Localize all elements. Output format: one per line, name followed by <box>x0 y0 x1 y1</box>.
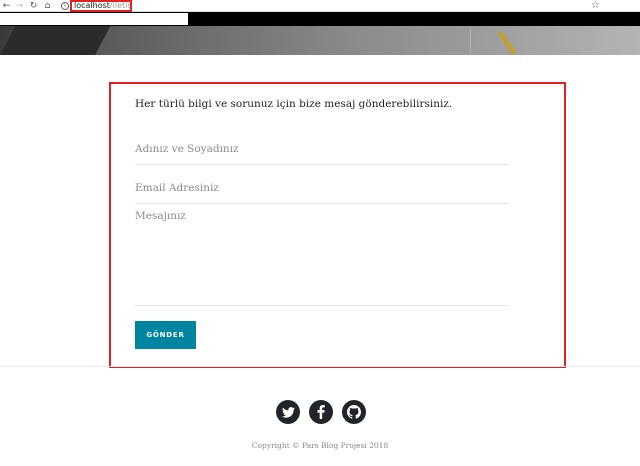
address-bar[interactable]: i localhost/iletisim <box>56 0 604 12</box>
browser-toolbar: ← → ↻ ⌂ i localhost/iletisim ☆ <box>0 0 640 12</box>
url-path: /iletisim <box>109 1 132 10</box>
star-icon[interactable]: ☆ <box>591 0 600 12</box>
header-image <box>0 26 640 55</box>
facebook-icon <box>317 405 325 419</box>
info-icon[interactable]: i <box>61 2 69 10</box>
email-field <box>135 172 509 204</box>
github-icon <box>347 405 361 419</box>
arrow-left-icon[interactable]: ← <box>1 0 12 12</box>
reload-icon[interactable]: ↻ <box>28 0 39 12</box>
bookmarks-bar-redacted <box>0 12 640 26</box>
redacted-block <box>0 13 188 25</box>
home-icon[interactable]: ⌂ <box>42 0 53 12</box>
name-input[interactable] <box>135 134 509 164</box>
send-button[interactable]: GÖNDER <box>135 321 196 349</box>
contact-intro: Her türlü bilgi ve sorunuz için bize mes… <box>135 98 453 110</box>
github-link[interactable] <box>342 400 366 424</box>
name-field <box>135 134 509 165</box>
url-highlight[interactable]: localhost/iletisim <box>70 0 132 12</box>
hero-image-dark-shape <box>0 26 111 55</box>
hero-image-light-shape <box>470 26 640 55</box>
copyright-text: Copyright © Pars Blog Projesi 2018 <box>251 441 389 450</box>
message-textarea[interactable] <box>135 210 509 305</box>
twitter-link[interactable] <box>276 400 300 424</box>
footer-divider <box>0 366 640 367</box>
arrow-right-icon[interactable]: → <box>14 0 25 12</box>
contact-form-highlight: Her türlü bilgi ve sorunuz için bize mes… <box>109 82 566 368</box>
message-field <box>135 210 509 306</box>
email-input[interactable] <box>135 172 509 203</box>
url-host: localhost <box>74 1 110 10</box>
twitter-icon <box>281 406 295 418</box>
facebook-link[interactable] <box>309 400 333 424</box>
